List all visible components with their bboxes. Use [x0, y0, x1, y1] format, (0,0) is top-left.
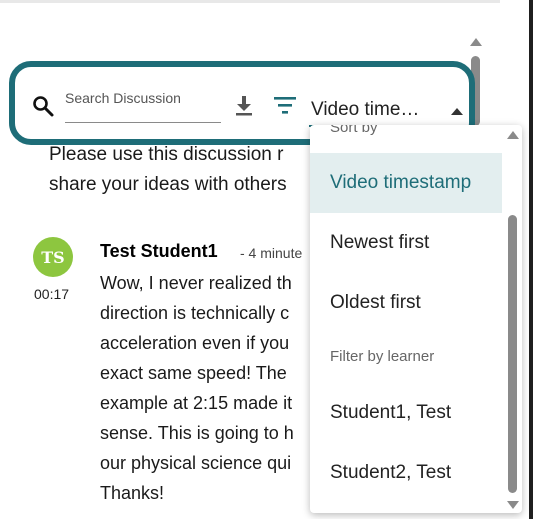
- filter-by-learner-header: Filter by learner: [330, 348, 435, 365]
- intro-line: share your ideas with others: [49, 174, 287, 195]
- search-input[interactable]: [65, 87, 221, 123]
- sort-option-newest-first[interactable]: Newest first: [310, 213, 502, 273]
- filter-icon[interactable]: [273, 95, 297, 115]
- post-line: our physical science qui: [100, 453, 292, 473]
- avatar: TS: [33, 237, 73, 277]
- post-author: Test Student1: [100, 241, 218, 261]
- post-line: Thanks!: [100, 483, 165, 503]
- sort-select-value: Video time…: [311, 99, 420, 120]
- video-timestamp-link[interactable]: 00:17: [34, 286, 69, 302]
- scroll-up-arrow-icon[interactable]: [507, 131, 519, 139]
- learner-option-student1[interactable]: Student1, Test: [310, 383, 502, 443]
- post-line: direction is technically c: [100, 303, 290, 323]
- post-line: acceleration even if you: [100, 333, 290, 353]
- sort-dropdown-menu: Sort by Video timestamp Newest first Old…: [310, 125, 522, 513]
- post-line: sense. This is going to h: [100, 423, 294, 443]
- discussion-intro: Please use this discussion r share your …: [49, 140, 339, 200]
- download-icon[interactable]: [233, 94, 255, 116]
- post-line: Wow, I never realized th: [100, 273, 292, 293]
- scroll-up-arrow-icon[interactable]: [470, 38, 482, 46]
- sort-option-video-timestamp[interactable]: Video timestamp: [310, 153, 502, 213]
- post-line: example at 2:15 made it: [100, 393, 293, 413]
- intro-line: Please use this discussion r: [49, 144, 284, 165]
- scrollbar-thumb[interactable]: [508, 215, 517, 493]
- post-body: Wow, I never realized th direction is te…: [100, 268, 310, 508]
- post-time-ago: - 4 minute: [240, 245, 303, 261]
- sort-by-header: Sort by: [330, 125, 378, 136]
- caret-up-icon: [451, 108, 463, 115]
- sort-select[interactable]: Video time…: [309, 91, 467, 127]
- top-divider: [0, 0, 500, 3]
- learner-option-student2[interactable]: Student2, Test: [310, 443, 502, 503]
- search-icon: [33, 96, 54, 117]
- scroll-down-arrow-icon[interactable]: [507, 501, 519, 509]
- dropdown-scrollbar[interactable]: [506, 131, 520, 509]
- post-line: exact same speed! The: [100, 363, 287, 383]
- sort-option-oldest-first[interactable]: Oldest first: [310, 273, 502, 333]
